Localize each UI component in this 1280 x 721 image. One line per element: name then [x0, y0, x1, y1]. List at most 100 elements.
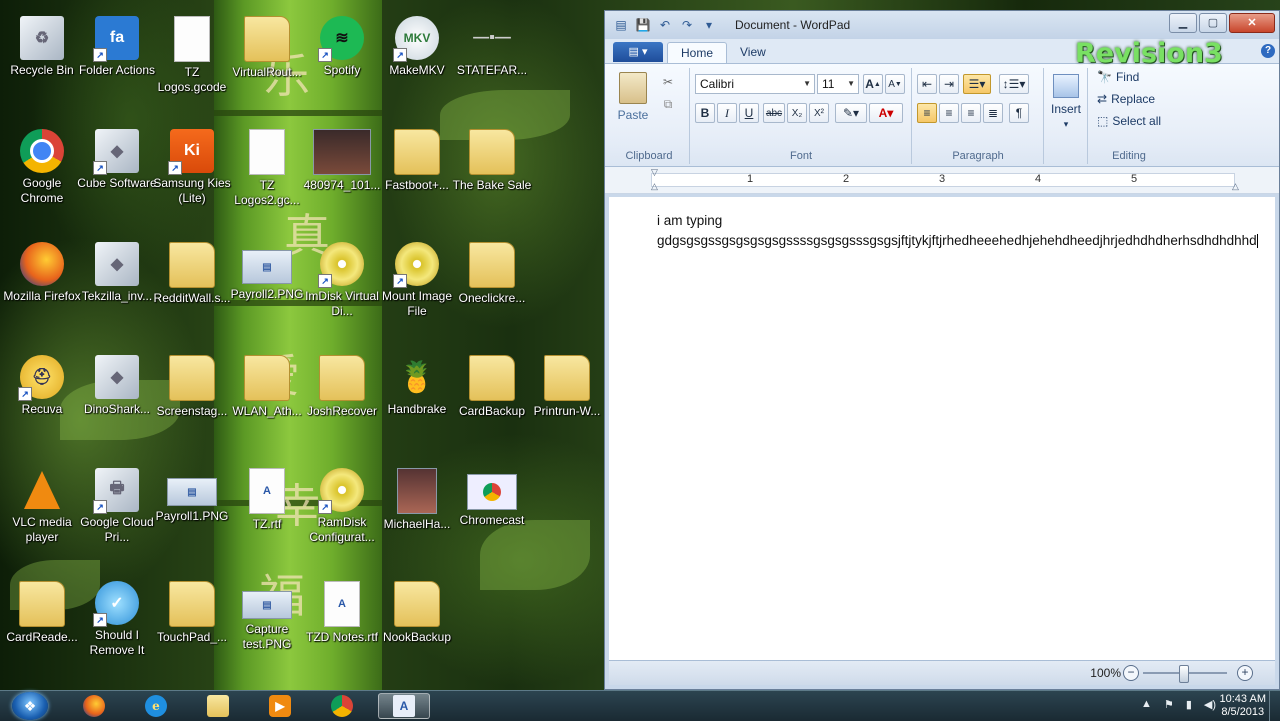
cut-icon[interactable]: ✂	[657, 72, 679, 92]
copy-icon[interactable]: ⧉	[657, 94, 679, 114]
desktop-icon-joshrecover[interactable]: JoshRecover	[302, 347, 382, 447]
volume-icon[interactable]: ◀)	[1204, 698, 1216, 711]
ruler[interactable]: ▽ △ △ 1 2 3 4 5	[605, 167, 1279, 194]
action-center-icon[interactable]: ⚑	[1164, 698, 1174, 711]
desktop-icon-payroll1[interactable]: ▤ Payroll1.PNG	[152, 460, 232, 560]
zoom-out-button[interactable]: −	[1123, 665, 1139, 681]
desktop-icon-samsung-kies[interactable]: Ki ↗ Samsung Kies (Lite)	[152, 121, 232, 221]
font-color-button[interactable]: A▾	[869, 103, 903, 123]
decrease-indent-button[interactable]: ⇤	[917, 74, 937, 94]
show-hidden-icons-icon[interactable]: ▲	[1141, 698, 1152, 711]
align-right-button[interactable]: ≡	[961, 103, 981, 123]
desktop-icon-fastboot[interactable]: Fastboot+...	[377, 121, 457, 221]
document-area[interactable]: i am typing gdgsgsgssgsgsgsgsgssssgsgsgs…	[609, 197, 1275, 665]
desktop-icon-tz-logos-gcode[interactable]: TZ Logos.gcode	[152, 8, 232, 108]
show-desktop-button[interactable]	[1269, 691, 1280, 721]
desktop-icon-tz-rtf[interactable]: A TZ.rtf	[227, 460, 307, 560]
taskbar-explorer[interactable]	[192, 693, 244, 719]
first-line-indent-marker[interactable]: ▽	[651, 167, 658, 178]
desktop-icon-chromecast[interactable]: Chromecast	[452, 460, 532, 560]
desktop-icon-spotify[interactable]: ≋ ↗ Spotify	[302, 8, 382, 108]
desktop-icon-cube-software[interactable]: ◆ ↗ Cube Software	[77, 121, 157, 221]
align-center-button[interactable]: ≡	[939, 103, 959, 123]
font-family-select[interactable]: Calibri ▼	[695, 74, 815, 94]
shrink-font-button[interactable]: A ▼	[885, 74, 905, 94]
document-text[interactable]: i am typing gdgsgsgssgsgsgsgsgssssgsgsgs…	[657, 211, 1258, 251]
taskbar-wordpad[interactable]: A	[378, 693, 430, 719]
desktop-icon-tekzilla[interactable]: ◆ Tekzilla_inv...	[77, 234, 157, 334]
list-button[interactable]: ☰▾	[963, 74, 991, 94]
taskbar-firefox[interactable]	[68, 693, 120, 719]
grow-font-button[interactable]: A ▲	[863, 74, 883, 94]
clock[interactable]: 10:43 AM 8/5/2013	[1220, 693, 1266, 719]
wordpad-app-icon[interactable]: ▤	[613, 17, 629, 33]
desktop-icon-touchpad[interactable]: TouchPad_...	[152, 573, 232, 673]
desktop-icon-recuva[interactable]: ⛑ ↗ Recuva	[2, 347, 82, 447]
right-indent-marker[interactable]: △	[1232, 181, 1239, 192]
desktop-icon-nookbackup[interactable]: NookBackup	[377, 573, 457, 673]
paste-button[interactable]: Paste	[615, 72, 651, 122]
desktop-icon-cardreade[interactable]: CardReade...	[2, 573, 82, 673]
desktop-icon-google-chrome[interactable]: Google Chrome	[2, 121, 82, 221]
hanging-indent-marker[interactable]: △	[651, 181, 658, 192]
underline-button[interactable]: U	[739, 103, 759, 123]
desktop-icon-should-i-remove-it[interactable]: ✓ ↗ Should I Remove It	[77, 573, 157, 673]
desktop-icon-handbrake[interactable]: 🍍 Handbrake	[377, 347, 457, 447]
redo-icon[interactable]: ↷	[679, 17, 695, 33]
desktop-icon-google-cloud-print[interactable]: 🖶 ↗ Google Cloud Pri...	[77, 460, 157, 560]
desktop-icon-redditwall[interactable]: RedditWall.s...	[152, 234, 232, 334]
desktop-icon-virtualrout[interactable]: VirtualRout...	[227, 8, 307, 108]
help-icon[interactable]: ?	[1261, 44, 1275, 58]
strikethrough-button[interactable]: abc	[763, 103, 785, 123]
justify-button[interactable]: ≣	[983, 103, 1003, 123]
desktop-icon-recycle-bin[interactable]: ♻ Recycle Bin	[2, 8, 82, 108]
taskbar-chrome[interactable]	[316, 693, 368, 719]
zoom-in-button[interactable]: +	[1237, 665, 1253, 681]
insert-button[interactable]: Insert ▾	[1047, 74, 1085, 130]
desktop-icon-capture-test[interactable]: ▤ Capture test.PNG	[227, 573, 307, 673]
maximize-button[interactable]: ▢	[1199, 13, 1227, 33]
undo-icon[interactable]: ↶	[657, 17, 673, 33]
title-bar[interactable]: ▤ 💾 ↶ ↷ ▾ Document - WordPad ▁ ▢ ✕	[605, 11, 1279, 39]
superscript-button[interactable]: X²	[809, 103, 829, 123]
start-button[interactable]: ❖	[12, 692, 48, 720]
desktop-icon-screenstag[interactable]: Screenstag...	[152, 347, 232, 447]
desktop-icon-vlc[interactable]: VLC media player	[2, 460, 82, 560]
taskbar-media-player[interactable]: ▶	[254, 693, 306, 719]
desktop-icon-bake-sale[interactable]: The Bake Sale	[452, 121, 532, 221]
find-button[interactable]: 🔭 Find	[1097, 70, 1139, 84]
desktop-icon-statefar[interactable]: —▪— STATEFAR...	[452, 8, 532, 108]
desktop-icon-mount-image[interactable]: ↗ Mount Image File	[377, 234, 457, 334]
desktop-icon-ramdisk[interactable]: ↗ RamDisk Configurat...	[302, 460, 382, 560]
taskbar-internet-explorer[interactable]: e	[130, 693, 182, 719]
subscript-button[interactable]: X₂	[787, 103, 807, 123]
tab-view[interactable]: View	[727, 42, 779, 63]
desktop-icon-printrun[interactable]: Printrun-W...	[527, 347, 607, 447]
desktop-icon-wlan-ath[interactable]: WLAN_Ath...	[227, 347, 307, 447]
desktop-icon-payroll2[interactable]: ▤ Payroll2.PNG	[227, 234, 307, 334]
close-button[interactable]: ✕	[1229, 13, 1275, 33]
desktop-icon-dinoshark[interactable]: ◆ DinoShark...	[77, 347, 157, 447]
desktop-icon-michaelha[interactable]: MichaelHa...	[377, 460, 457, 560]
minimize-button[interactable]: ▁	[1169, 13, 1197, 33]
highlight-color-button[interactable]: ✎▾	[835, 103, 867, 123]
tab-home[interactable]: Home	[667, 42, 728, 64]
select-all-button[interactable]: ⬚ Select all	[1097, 114, 1161, 128]
app-menu-button[interactable]: ▤ ▾	[613, 42, 663, 62]
italic-button[interactable]: I	[717, 103, 737, 123]
customize-toolbar-icon[interactable]: ▾	[701, 17, 717, 33]
desktop-icon-makemkv[interactable]: MKV ↗ MakeMKV	[377, 8, 457, 108]
desktop-icon-480974[interactable]: 480974_101...	[302, 121, 382, 221]
desktop-icon-tz-logos2[interactable]: TZ Logos2.gc...	[227, 121, 307, 221]
increase-indent-button[interactable]: ⇥	[939, 74, 959, 94]
save-icon[interactable]: 💾	[635, 17, 651, 33]
paragraph-settings-button[interactable]: ¶	[1009, 103, 1029, 123]
replace-button[interactable]: ⇄ Replace	[1097, 92, 1155, 106]
desktop-icon-tzd-notes[interactable]: A TZD Notes.rtf	[302, 573, 382, 673]
desktop-icon-imdisk[interactable]: ↗ ImDisk Virtual Di...	[302, 234, 382, 334]
zoom-slider-thumb[interactable]	[1179, 665, 1189, 683]
desktop-icon-folder-actions[interactable]: fa ↗ Folder Actions	[77, 8, 157, 108]
desktop-icon-oneclickre[interactable]: Oneclickre...	[452, 234, 532, 334]
power-icon[interactable]: ▮	[1186, 698, 1192, 711]
align-left-button[interactable]: ≡	[917, 103, 937, 123]
